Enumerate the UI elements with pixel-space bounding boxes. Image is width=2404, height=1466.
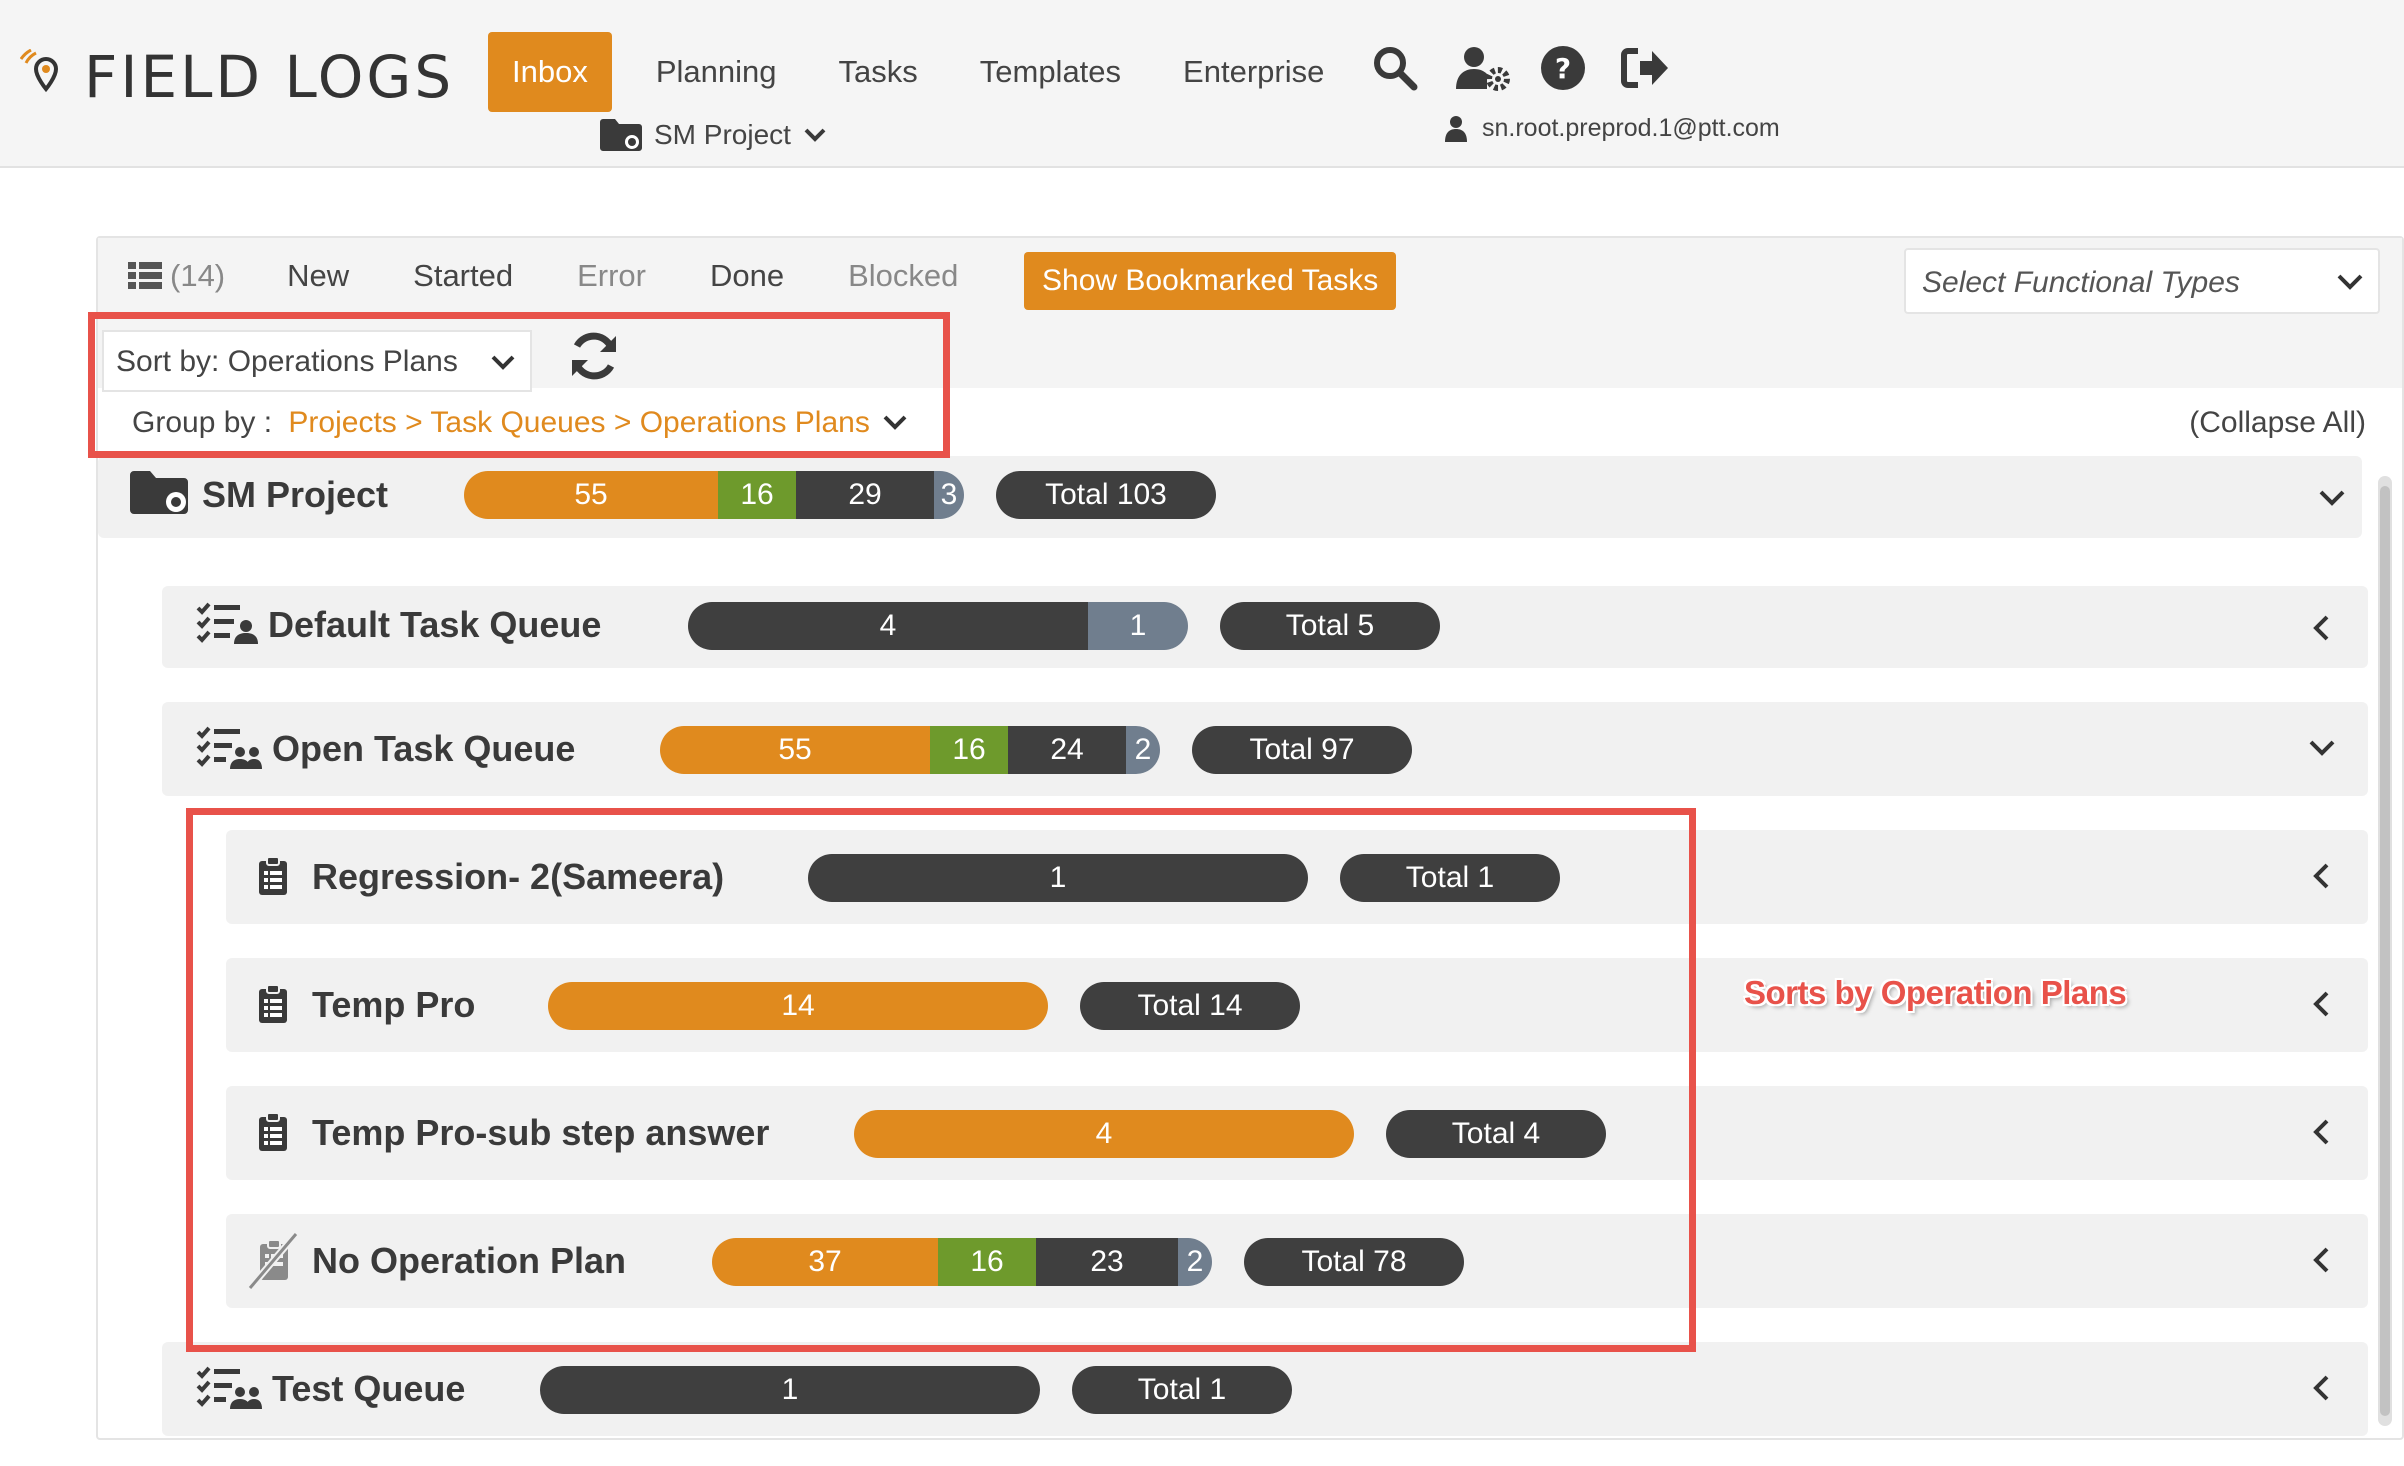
filter-blocked[interactable]: Blocked — [848, 258, 958, 294]
chevron-down-icon[interactable] — [2318, 484, 2346, 512]
nav-planning[interactable]: Planning — [626, 32, 807, 112]
current-user: sn.root.preprod.1@ptt.com — [1444, 114, 1780, 143]
queue-row-open[interactable]: Open Task Queue 55 16 24 2 Total 97 — [162, 702, 2368, 796]
queue-total: Total 5 — [1220, 602, 1440, 650]
task-queue-group-icon — [196, 726, 262, 769]
nav-templates[interactable]: Templates — [950, 32, 1151, 112]
queue-status-bar: 4 1 — [688, 602, 1188, 650]
chevron-left-icon[interactable] — [2308, 1246, 2336, 1274]
queue-total: Total 1 — [1072, 1366, 1292, 1414]
task-count: (14) — [170, 258, 226, 293]
functional-types-placeholder: Select Functional Types — [1922, 266, 2240, 299]
chevron-down-icon[interactable] — [2308, 734, 2336, 762]
task-queue-icon — [196, 602, 258, 644]
count-blocked: 1 — [1088, 602, 1188, 650]
project-total: Total 103 — [996, 471, 1216, 519]
chevron-left-icon[interactable] — [2308, 990, 2336, 1018]
nav-tasks[interactable]: Tasks — [809, 32, 948, 112]
queue-name: Default Task Queue — [268, 604, 602, 645]
queue-status-bar: 1 — [540, 1366, 1040, 1414]
annotation-box-plan-rows — [186, 808, 1696, 1352]
filter-error[interactable]: Error — [577, 258, 646, 294]
project-selector-label: SM Project — [654, 119, 791, 150]
count-blocked: 2 — [1126, 726, 1160, 774]
list-icon — [128, 262, 162, 289]
count-started: 4 — [688, 602, 1088, 650]
user-email: sn.root.preprod.1@ptt.com — [1482, 114, 1780, 142]
annotation-label: Sorts by Operation Plans — [1744, 974, 2127, 1011]
count-done: 16 — [718, 471, 796, 519]
list-view-toggle[interactable]: (14) — [128, 258, 225, 294]
chevron-down-icon — [804, 128, 826, 142]
logo-text: FIELD LOGS — [84, 43, 455, 111]
queue-name: Open Task Queue — [272, 728, 576, 769]
project-folder-icon — [130, 471, 188, 514]
count-done: 16 — [930, 726, 1008, 774]
logo-pin-icon — [20, 49, 59, 93]
chevron-left-icon[interactable] — [2308, 614, 2336, 642]
task-queue-group-icon — [196, 1366, 262, 1409]
queue-total: Total 97 — [1192, 726, 1412, 774]
scrollbar[interactable] — [2378, 476, 2392, 1426]
count-started: 29 — [796, 471, 934, 519]
main-nav: Inbox Planning Tasks Templates Enterpris… — [488, 32, 1356, 112]
user-settings-icon[interactable] — [1456, 45, 1512, 91]
chevron-left-icon[interactable] — [2308, 1374, 2336, 1402]
queue-row-test[interactable]: Test Queue 1 Total 1 — [162, 1342, 2368, 1436]
nav-inbox[interactable]: Inbox — [488, 32, 612, 112]
user-icon — [1445, 115, 1467, 142]
count-new: 55 — [464, 471, 718, 519]
chevron-down-icon — [2337, 274, 2363, 290]
project-selector[interactable]: SM Project — [600, 118, 827, 152]
functional-types-select[interactable]: Select Functional Types — [1904, 248, 2380, 314]
svg-text:?: ? — [1555, 52, 1571, 85]
queue-status-bar: 55 16 24 2 — [660, 726, 1160, 774]
project-status-bar: 55 16 29 3 — [464, 471, 964, 519]
filter-started[interactable]: Started — [413, 258, 513, 294]
scrollbar-thumb[interactable] — [2380, 486, 2390, 1416]
show-bookmarked-tasks-button[interactable]: Show Bookmarked Tasks — [1024, 252, 1397, 310]
chevron-left-icon[interactable] — [2308, 1118, 2336, 1146]
annotation-box-sort-controls — [88, 312, 950, 458]
project-name: SM Project — [202, 474, 389, 515]
logout-icon[interactable] — [1620, 45, 1670, 91]
filter-done[interactable]: Done — [710, 258, 784, 294]
collapse-all-link[interactable]: (Collapse All) — [2189, 406, 2366, 440]
count-started: 1 — [540, 1366, 1040, 1414]
project-folder-icon — [600, 119, 642, 151]
queue-name: Test Queue — [272, 1368, 466, 1409]
count-new: 55 — [660, 726, 930, 774]
chevron-left-icon[interactable] — [2308, 862, 2336, 890]
project-row[interactable]: SM Project 55 16 29 3 Total 103 — [98, 456, 2362, 538]
help-icon[interactable]: ? — [1540, 45, 1586, 91]
app-header: FIELD LOGS Inbox Planning Tasks Template… — [0, 0, 2404, 168]
search-icon[interactable] — [1372, 45, 1418, 91]
status-filters: (14) New Started Error Done Blocked — [128, 258, 1022, 294]
filter-new[interactable]: New — [287, 258, 349, 294]
count-started: 24 — [1008, 726, 1126, 774]
logo[interactable]: FIELD LOGS — [20, 42, 454, 112]
queue-row-default[interactable]: Default Task Queue 4 1 Total 5 — [162, 586, 2368, 668]
count-blocked: 3 — [934, 471, 964, 519]
nav-enterprise[interactable]: Enterprise — [1153, 32, 1354, 112]
